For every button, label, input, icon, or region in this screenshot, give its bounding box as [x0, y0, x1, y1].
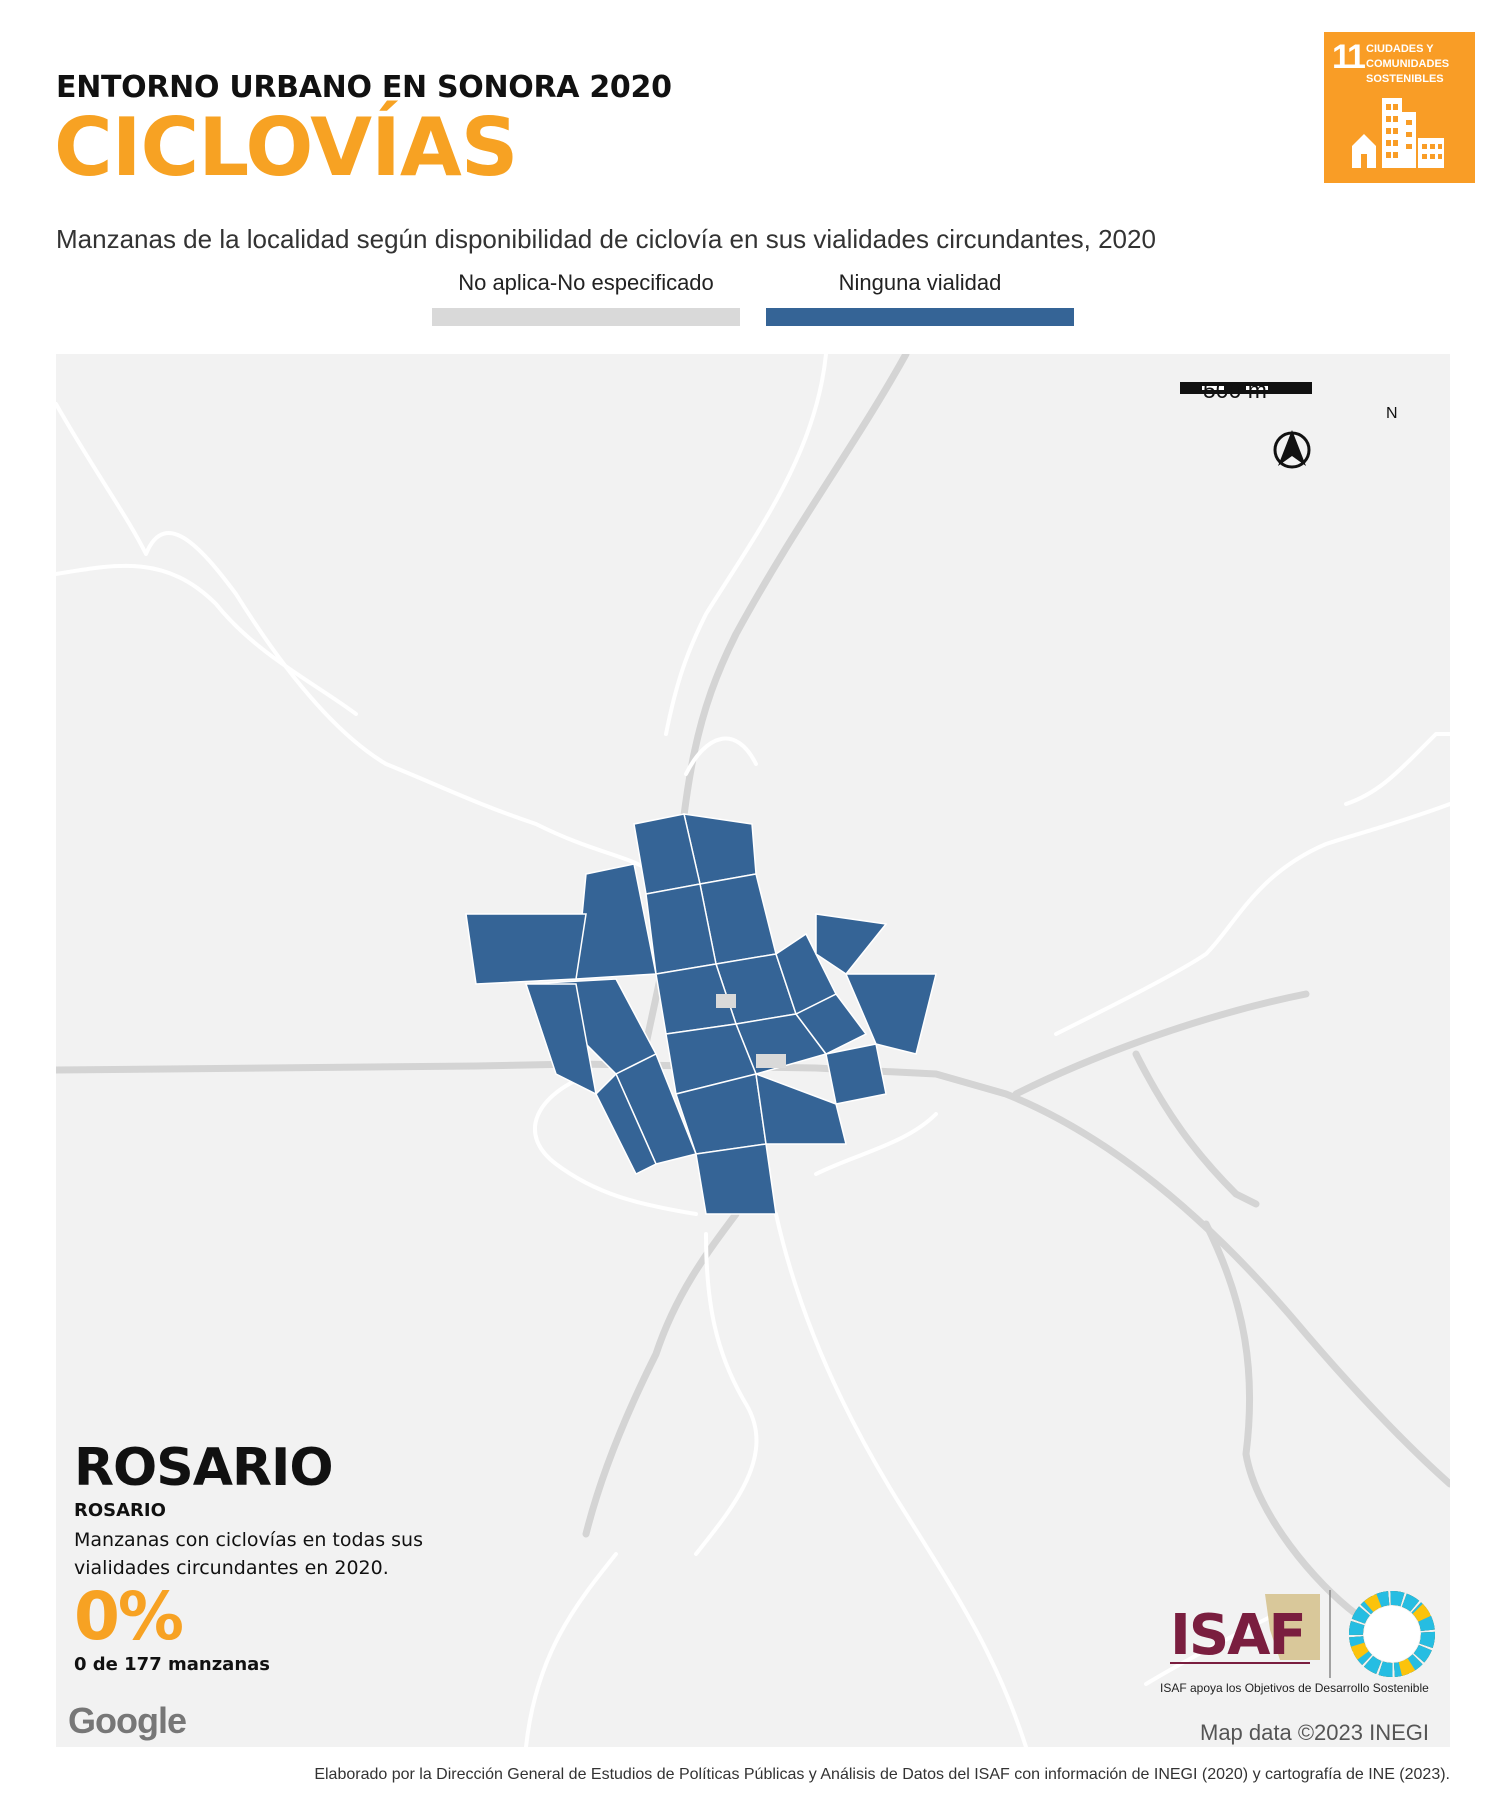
- block: [844, 973, 937, 1055]
- sdg-wheel-icon: [1349, 1591, 1435, 1677]
- block: [695, 1143, 777, 1215]
- svg-text:ISAF: ISAF: [1170, 1603, 1305, 1668]
- road-northeast-end: [1344, 732, 1450, 806]
- block: [815, 913, 888, 976]
- north-label: N: [1386, 405, 1398, 422]
- sdg-11-badge: 11 CIUDADES Y COMUNIDADES SOSTENIBLES: [1324, 32, 1475, 183]
- map-attribution: Map data ©2023 INEGI: [1200, 1720, 1430, 1745]
- road-southeast: [1202, 1220, 1360, 1618]
- north-arrow-icon: [1273, 430, 1311, 469]
- stat-count: 0 de 177 manzanas: [74, 1654, 271, 1675]
- footer-credit: Elaborado por la Dirección General de Es…: [314, 1766, 1450, 1783]
- isaf-tagline: ISAF apoya los Objetivos de Desarrollo S…: [1160, 1681, 1429, 1695]
- road-northwest-2: [56, 563, 358, 716]
- sdg-number: 11: [1332, 38, 1366, 76]
- road-south-east: [774, 1212, 1028, 1747]
- stat-description: Manzanas con ciclovías en todas sus vial…: [74, 1529, 423, 1579]
- road-northwest: [56, 402, 658, 876]
- legend-swatch-ninguna: [766, 308, 1074, 326]
- scale-label: 500 m: [1203, 377, 1267, 403]
- page-title: CICLOVÍAS: [54, 101, 518, 194]
- google-logo: Google: [68, 1700, 187, 1741]
- isaf-logo: ISAF: [1170, 1590, 1440, 1687]
- super-title: ENTORNO URBANO EN SONORA 2020: [56, 70, 672, 105]
- locality-name: ROSARIO: [74, 1438, 334, 1498]
- road-east-branch: [1012, 990, 1310, 1098]
- isaf-sdg-logo-icon: ISAF: [1170, 1590, 1435, 1678]
- road-northeast: [1054, 802, 1450, 1036]
- municipality-name: ROSARIO: [74, 1500, 166, 1521]
- legend-label-ninguna: Ninguna vialidad: [838, 270, 1002, 295]
- sdg-text: CIUDADES Y COMUNIDADES SOSTENIBLES: [1366, 43, 1450, 85]
- stat-percent: 0%: [74, 1578, 184, 1655]
- road-south: [694, 1232, 759, 1556]
- block: [825, 1043, 887, 1105]
- block: [465, 913, 587, 985]
- legend-swatch-no-aplica: [432, 308, 740, 326]
- city-buildings-icon: [1352, 98, 1444, 168]
- road-north-track: [664, 354, 828, 736]
- road-south-west: [582, 1210, 740, 1538]
- road-southwest: [524, 1552, 618, 1747]
- map-subtitle: Manzanas de la localidad según disponibi…: [56, 224, 1156, 254]
- legend-label-no-aplica: No aplica-No especificado: [458, 270, 714, 295]
